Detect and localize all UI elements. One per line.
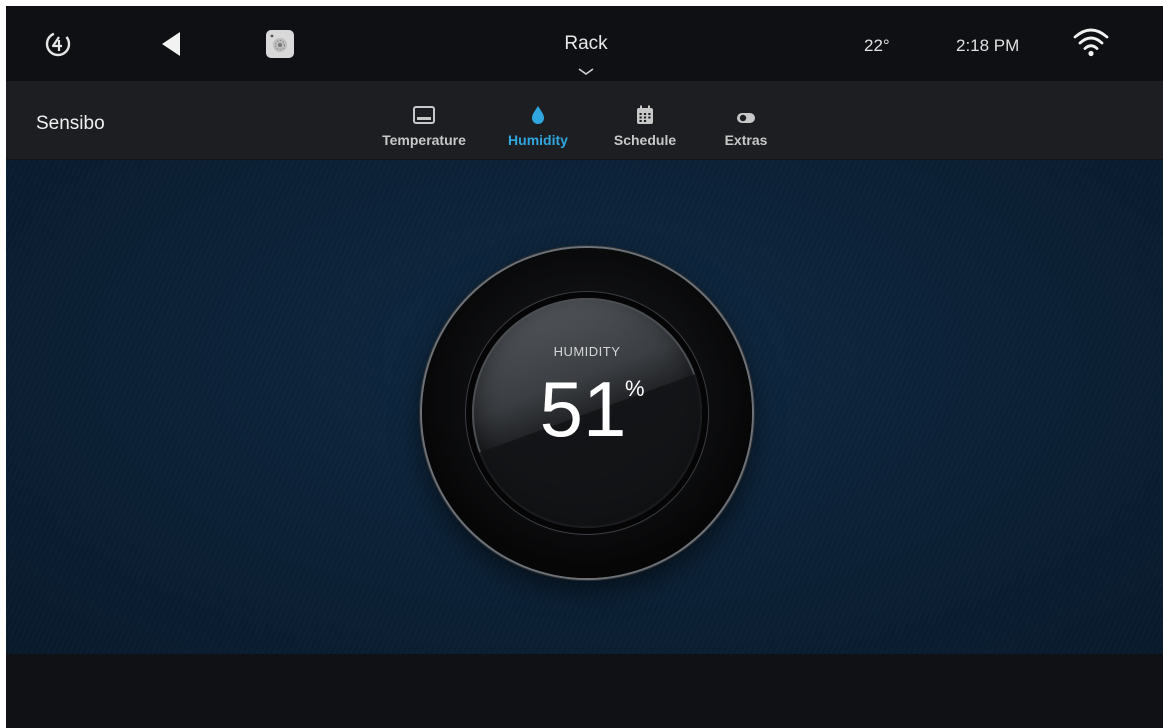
tab-temperature[interactable]: Temperature [372, 99, 476, 155]
toggle-icon [736, 99, 756, 125]
footer-bar [6, 654, 1163, 728]
device-thumbnail-icon[interactable] [264, 28, 296, 60]
humidity-panel: HUMIDITY 51 % [6, 160, 1163, 654]
clock: 2:18 PM [956, 36, 1020, 55]
dial-ring: HUMIDITY 51 % [466, 292, 708, 534]
calendar-icon [636, 99, 654, 125]
c4-logo-icon[interactable] [44, 30, 72, 58]
device-header: Sensibo Temperature Humidity Schedule Ex… [6, 81, 1163, 160]
dial-face: HUMIDITY 51 % [472, 298, 702, 528]
tab-extras[interactable]: Extras [716, 99, 776, 155]
screen: Rack 22° 2:18 PM Sensibo Temperature Hum… [6, 6, 1163, 728]
humidity-dial: HUMIDITY 51 % [422, 248, 752, 578]
humidity-unit: % [625, 376, 645, 401]
tab-humidity[interactable]: Humidity [498, 99, 578, 155]
thermostat-icon [413, 99, 435, 125]
droplet-icon [531, 99, 545, 125]
tab-extras-label: Extras [724, 132, 768, 148]
room-title[interactable]: Rack [486, 33, 686, 55]
device-name: Sensibo [36, 113, 105, 134]
tab-schedule-label: Schedule [613, 132, 677, 148]
tab-schedule[interactable]: Schedule [604, 99, 686, 155]
back-arrow-icon[interactable] [156, 29, 186, 59]
wifi-icon[interactable] [1072, 26, 1110, 58]
tab-humidity-label: Humidity [508, 132, 568, 148]
outdoor-temperature: 22° [864, 36, 890, 55]
humidity-number: 51 [539, 365, 627, 453]
dial-label: HUMIDITY [553, 344, 621, 359]
top-status-bar: Rack 22° 2:18 PM [6, 6, 1163, 81]
humidity-value: 51 [472, 370, 702, 448]
chevron-down-icon[interactable] [577, 64, 595, 75]
tab-temperature-label: Temperature [382, 132, 466, 148]
